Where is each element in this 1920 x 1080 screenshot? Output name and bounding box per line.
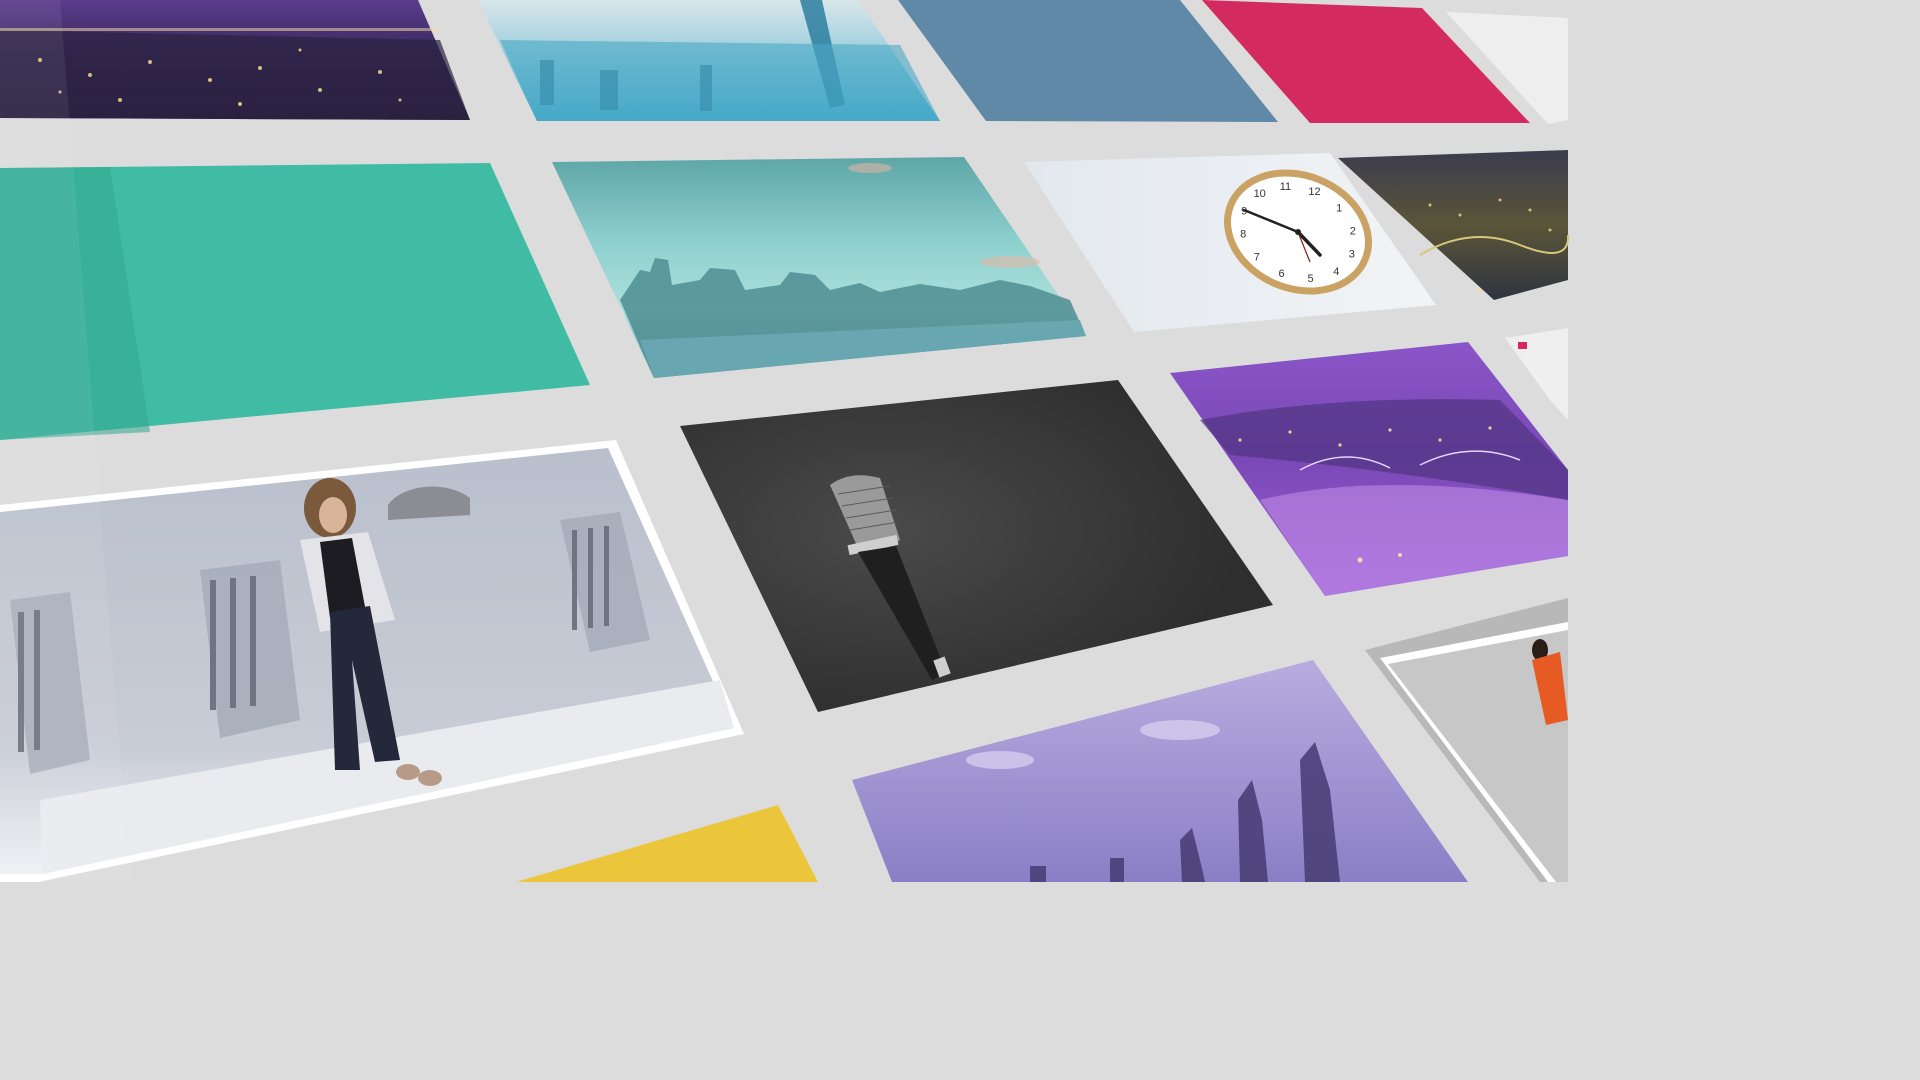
city-skyline-dusk-tile[interactable] [552,157,1086,378]
yellow-color-tile[interactable] [516,805,818,882]
photo-wall-stage: 121234567891011 [0,0,1570,882]
city-night-lights-tile[interactable] [0,0,470,120]
clock-numeral: 12 [1308,186,1320,198]
skyscraper-skyline-tile[interactable] [478,0,940,121]
clock-numeral: 10 [1254,188,1266,200]
clock-numeral: 2 [1350,225,1356,237]
clock-numeral: 6 [1278,268,1284,280]
glass-reflection [0,0,130,882]
clock-numeral: 5 [1308,273,1314,285]
clock-numeral: 1 [1336,203,1342,215]
microphone-tile[interactable] [680,380,1273,712]
clock-numeral: 8 [1240,229,1246,241]
clock-numeral: 4 [1333,266,1339,278]
clock-numeral: 3 [1349,249,1355,261]
lavender-city-towers-tile[interactable] [852,660,1468,882]
clock-numeral: 7 [1254,252,1260,264]
clock-numeral: 11 [1280,181,1291,193]
